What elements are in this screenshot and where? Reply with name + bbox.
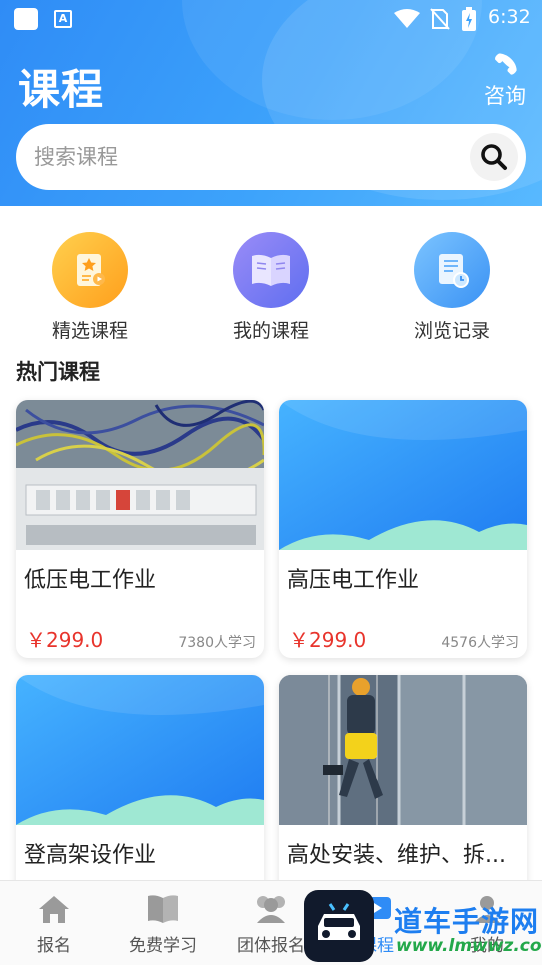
consult-button[interactable]: 咨询 <box>480 50 530 110</box>
no-sim-icon <box>430 8 450 30</box>
wifi-icon <box>394 9 420 28</box>
hot-courses-section: 热门课程 低压电工作业 ￥299.0 7380人学习 高压电工作业 ￥299.0… <box>0 350 542 933</box>
quick-label: 浏览记录 <box>413 320 490 342</box>
search-button[interactable] <box>470 133 518 181</box>
section-title: 热门课程 <box>16 360 100 384</box>
nav-signup[interactable]: 报名 <box>22 893 86 956</box>
clock: 6:32 <box>488 6 531 28</box>
course-title: 高处安装、维护、拆... <box>287 843 506 868</box>
learner-count: 4576人学习 <box>441 635 519 651</box>
a-notification-icon: A <box>54 10 72 28</box>
notification-icon <box>14 8 38 30</box>
quick-entries: 精选课程 我的课程 浏览记录 <box>0 206 542 350</box>
quick-label: 精选课程 <box>51 320 128 342</box>
course-price: ￥299.0 <box>289 628 367 652</box>
history-doc-icon <box>414 232 490 308</box>
nav-label: 团体报名 <box>237 936 305 956</box>
course-card[interactable]: 低压电工作业 ￥299.0 7380人学习 <box>16 400 264 658</box>
course-price: ￥299.0 <box>26 628 104 652</box>
page-title: 课程 <box>18 65 105 114</box>
nav-label: 免费学习 <box>129 936 197 956</box>
course-thumbnail-blue <box>16 675 264 825</box>
course-title: 高压电工作业 <box>287 568 420 593</box>
search-icon <box>481 144 507 170</box>
course-title: 登高架设作业 <box>24 843 157 868</box>
watermark-car-logo-icon <box>304 890 374 962</box>
open-book-icon <box>233 232 309 308</box>
book-icon <box>148 895 178 923</box>
course-thumbnail-blue <box>279 400 527 550</box>
course-thumbnail-electrical-panel <box>16 400 264 550</box>
site-watermark: 道车手游网 www.lmwwz.com <box>304 890 542 965</box>
course-card[interactable]: 高压电工作业 ￥299.0 4576人学习 <box>279 400 527 658</box>
learner-count: 7380人学习 <box>178 635 256 651</box>
group-icon <box>257 896 285 923</box>
quick-featured-courses[interactable]: 精选课程 <box>15 232 165 343</box>
header: A 6:32 课程 咨询 <box>0 0 542 206</box>
status-bar: A 6:32 <box>0 0 542 38</box>
quick-my-courses[interactable]: 我的课程 <box>196 232 346 343</box>
phone-icon <box>495 53 517 75</box>
search-input[interactable] <box>34 138 434 176</box>
home-icon <box>39 896 69 923</box>
watermark-name: 道车手游网 <box>394 905 540 938</box>
watermark-url: www.lmwwz.com <box>396 936 542 956</box>
course-thumbnail-window-cleaner <box>279 675 527 825</box>
nav-group-signup[interactable]: 团体报名 <box>226 893 316 956</box>
consult-label: 咨询 <box>484 84 526 108</box>
quick-label: 我的课程 <box>232 320 309 342</box>
search-bar[interactable] <box>16 124 526 190</box>
course-title: 低压电工作业 <box>24 568 157 593</box>
quick-browse-history[interactable]: 浏览记录 <box>377 232 527 343</box>
nav-free-study[interactable]: 免费学习 <box>118 893 208 956</box>
battery-charging-icon <box>462 7 476 31</box>
featured-course-icon <box>52 232 128 308</box>
nav-label: 报名 <box>37 936 71 956</box>
